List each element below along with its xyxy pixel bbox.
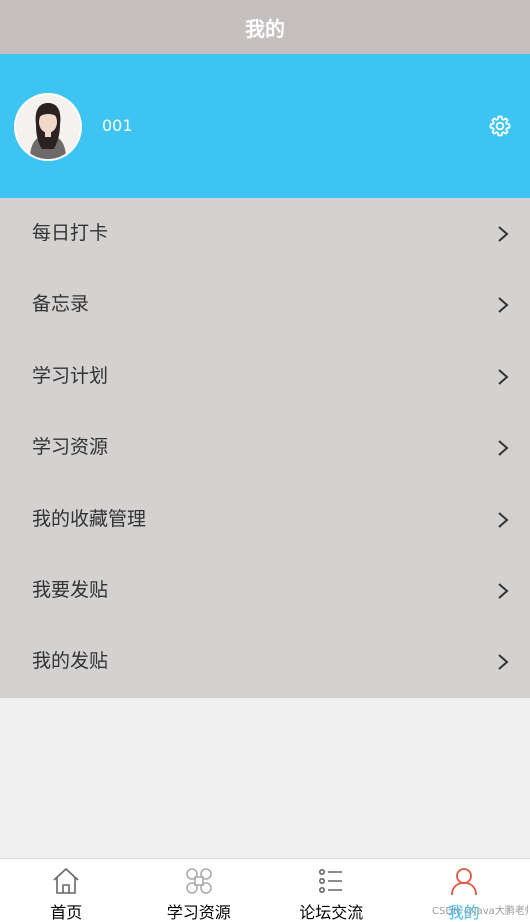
user-icon [450,868,477,896]
profile-header: 001 [0,54,530,198]
list-icon [319,869,343,893]
tab-home[interactable]: 首页 [0,859,133,922]
tab-label: 论坛交流 [299,903,364,922]
chevron-right-icon [498,369,509,385]
menu-item-label: 我要发贴 [32,578,109,601]
menu-item-study-resources[interactable]: 学习资源 [0,412,530,483]
menu-list: 每日打卡 备忘录 学习计划 学习资源 我的收藏管理 我要发贴 我的发贴 [0,198,530,698]
chevron-right-icon [498,226,509,242]
watermark: CSDN @Java大鹏老师 [432,906,528,917]
menu-item-memo[interactable]: 备忘录 [0,269,530,340]
page-title: 我的 [245,16,285,41]
tab-label: 首页 [50,903,83,922]
menu-item-daily-checkin[interactable]: 每日打卡 [0,198,530,269]
menu-item-label: 我的收藏管理 [32,507,147,530]
menu-item-label: 备忘录 [32,293,90,316]
gear-icon[interactable] [488,114,512,138]
menu-item-my-posts[interactable]: 我的发贴 [0,626,530,697]
command-icon [185,868,212,894]
tab-study-resources[interactable]: 学习资源 [133,859,266,922]
menu-item-label: 我的发贴 [32,650,109,673]
menu-item-new-post[interactable]: 我要发贴 [0,555,530,626]
chevron-right-icon [498,583,509,599]
chevron-right-icon [498,511,509,528]
page-title-bar: 我的 [0,0,530,54]
avatar[interactable] [16,95,80,159]
chevron-right-icon [498,297,509,314]
username: 001 [102,116,133,135]
menu-item-label: 学习计划 [32,364,109,387]
tab-label: 学习资源 [166,903,231,922]
home-icon [53,868,79,894]
avatar-photo-icon [16,95,80,159]
menu-item-label: 每日打卡 [32,222,109,244]
menu-item-label: 学习资源 [32,436,109,459]
chevron-right-icon [498,654,509,671]
tab-forum[interactable]: 论坛交流 [265,859,398,922]
chevron-right-icon [498,440,509,456]
menu-item-study-plan[interactable]: 学习计划 [0,341,530,412]
menu-item-my-favorites[interactable]: 我的收藏管理 [0,484,530,555]
